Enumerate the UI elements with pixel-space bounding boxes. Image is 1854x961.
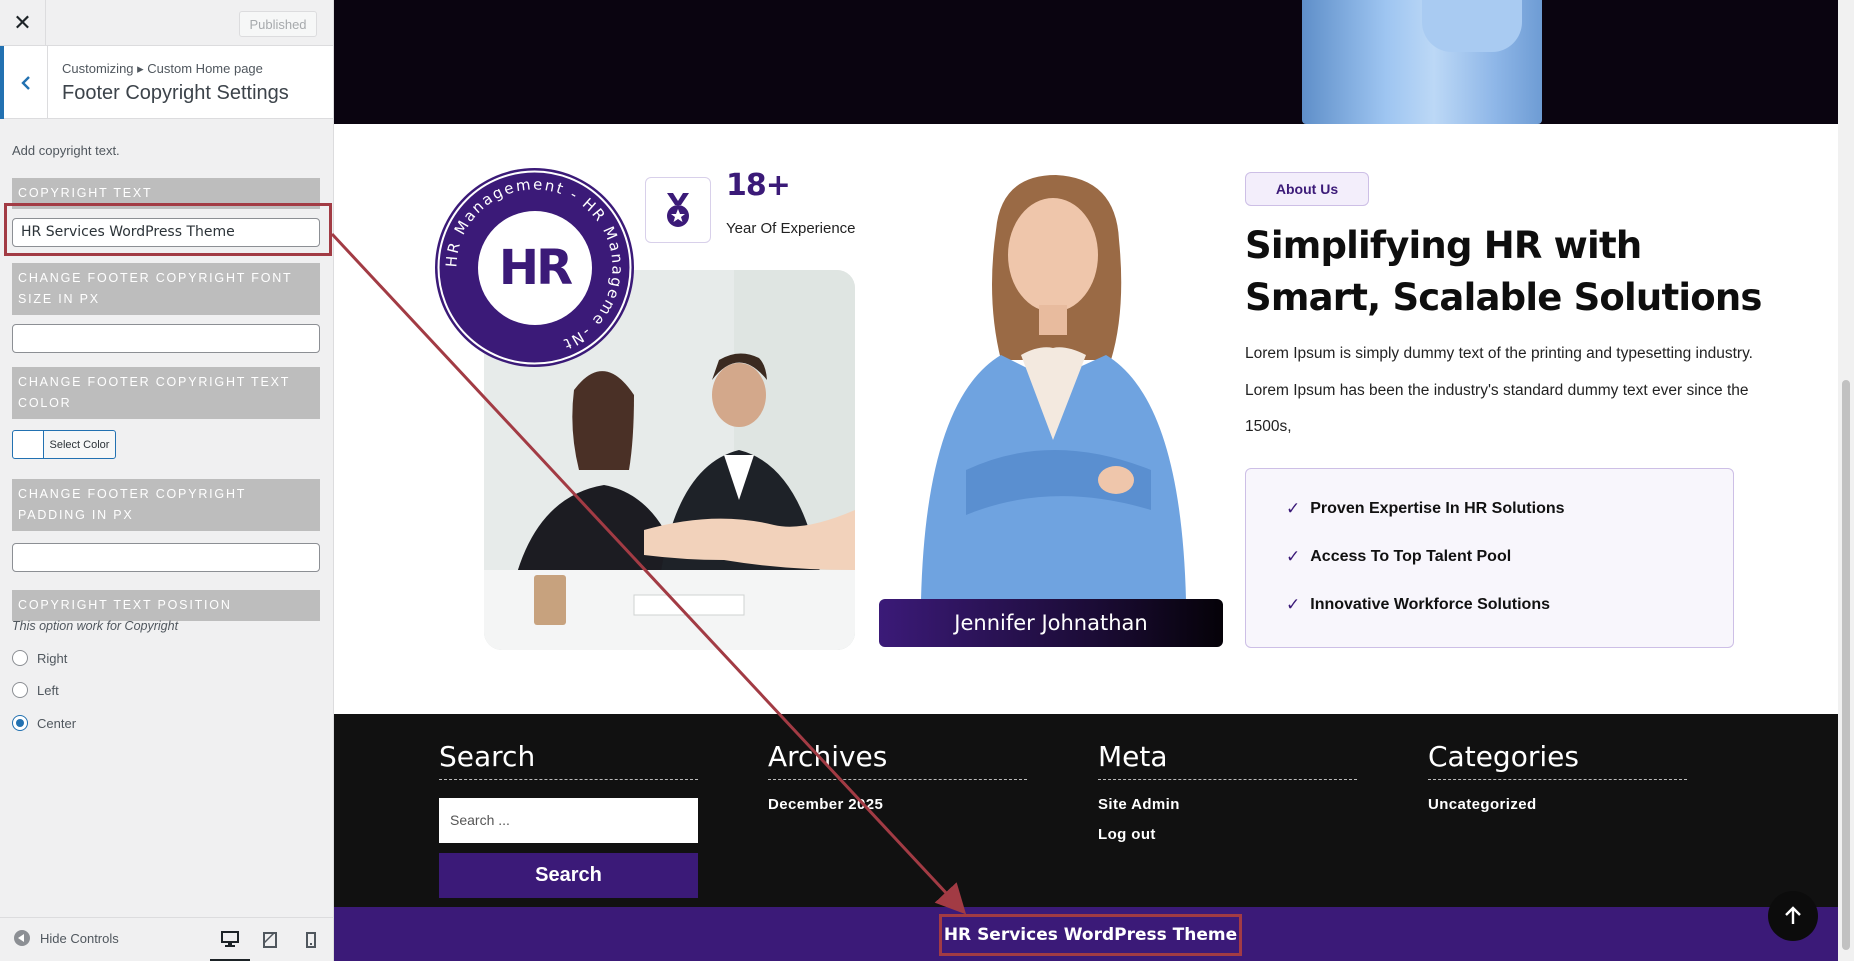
meta-widget: Meta Site Admin Log out (1098, 740, 1357, 843)
color-swatch (13, 431, 44, 458)
radio-label: Left (37, 682, 59, 698)
checkmark-icon: ✓ (1286, 547, 1301, 566)
section-title: Footer Copyright Settings (62, 82, 289, 104)
categories-widget-title: Categories (1428, 740, 1687, 780)
about-us-badge: About Us (1245, 172, 1369, 206)
meta-widget-title: Meta (1098, 740, 1357, 780)
feature-item: ✓ Innovative Workforce Solutions (1286, 595, 1550, 615)
radio-button[interactable] (12, 682, 28, 698)
category-link[interactable]: Uncategorized (1428, 796, 1687, 813)
section-description: Add copyright text. (12, 143, 120, 158)
radio-button-selected[interactable] (12, 715, 28, 731)
radio-left[interactable]: Left (12, 682, 59, 698)
search-widget-title: Search (439, 740, 698, 780)
person-name-plate: Jennifer Johnathan (879, 599, 1223, 647)
close-icon: ✕ (13, 10, 32, 35)
radio-center[interactable]: Center (12, 715, 76, 731)
hr-management-seal: HR Management - HR Manageme -Nt HR (435, 168, 634, 367)
feature-label: Access To Top Talent Pool (1310, 548, 1512, 565)
feature-label: Proven Expertise In HR Solutions (1310, 500, 1565, 517)
position-label: Copyright Text Position (12, 590, 320, 621)
search-widget: Search (439, 740, 698, 780)
mobile-icon (306, 932, 316, 948)
chevron-left-icon (20, 75, 30, 90)
customizer-sidebar: ✕ Published Customizing ▸ Custom Home pa… (0, 0, 334, 961)
hide-controls-button[interactable]: Hide Controls (14, 930, 119, 946)
customizer-footer: Hide Controls (0, 917, 333, 961)
position-note: This option work for Copyright (12, 619, 179, 633)
arrow-up-icon (1785, 906, 1801, 924)
feature-item: ✓ Proven Expertise In HR Solutions (1286, 499, 1565, 519)
svg-text:HR Management - HR Manageme -N: HR Management - HR Manageme -Nt (442, 175, 626, 354)
jennifer-portrait-image (881, 170, 1211, 600)
footer-search-button[interactable]: Search (439, 853, 698, 898)
medal-icon (667, 193, 689, 227)
padding-input[interactable] (12, 543, 320, 572)
footer-search-input[interactable]: Search ... (439, 798, 698, 843)
text-color-label: Change Footer Copyright Text Color (12, 367, 320, 419)
archive-link[interactable]: December 2025 (768, 796, 1027, 813)
about-paragraph: Lorem Ipsum is simply dummy text of the … (1245, 345, 1753, 435)
scroll-to-top-button[interactable] (1768, 891, 1818, 941)
seal-ring-label: HR Management - HR Manageme -Nt (442, 175, 624, 354)
hero-person-lapel (1422, 0, 1522, 52)
close-customizer-button[interactable]: ✕ (0, 0, 46, 46)
tablet-icon (263, 932, 277, 948)
checkmark-icon: ✓ (1286, 499, 1301, 518)
about-heading: Simplifying HR with Smart, Scalable Solu… (1245, 224, 1762, 319)
preview-tablet-button[interactable] (250, 918, 290, 961)
log-out-link[interactable]: Log out (1098, 826, 1357, 843)
feature-item: ✓ Access To Top Talent Pool (1286, 547, 1511, 567)
radio-right[interactable]: Right (12, 650, 67, 666)
radio-label: Right (37, 650, 68, 666)
archives-widget-title: Archives (768, 740, 1027, 780)
copyright-input-highlight (4, 203, 332, 256)
experience-label: Year Of Experience (726, 220, 856, 237)
select-color-label: Select Color (49, 438, 110, 451)
experience-badge (645, 177, 711, 243)
font-size-label: Change Footer Copyright Font Size in PX (12, 263, 320, 315)
categories-widget: Categories Uncategorized (1428, 740, 1687, 813)
collapse-icon (14, 930, 30, 946)
select-color-button[interactable]: Select Color (12, 430, 116, 459)
customizer-header-bar: ✕ Published (0, 0, 333, 46)
desktop-icon (221, 930, 239, 947)
publish-button[interactable]: Published (239, 11, 317, 37)
site-admin-link[interactable]: Site Admin (1098, 796, 1357, 813)
copyright-highlight (939, 914, 1242, 956)
checkmark-icon: ✓ (1286, 595, 1301, 614)
font-size-input[interactable] (12, 324, 320, 353)
page-scrollbar[interactable] (1838, 0, 1854, 961)
features-list: ✓ Proven Expertise In HR Solutions ✓ Acces… (1245, 468, 1734, 648)
preview-desktop-button[interactable] (210, 918, 250, 961)
archives-widget: Archives December 2025 (768, 740, 1027, 813)
experience-number: 18+ (726, 168, 791, 203)
back-button[interactable] (0, 46, 48, 119)
scrollbar-thumb[interactable] (1842, 380, 1850, 950)
breadcrumb: Customizing ▸ Custom Home page (62, 61, 263, 76)
preview-mobile-button[interactable] (291, 918, 331, 961)
portrait-illustration (921, 175, 1186, 600)
section-header: Customizing ▸ Custom Home page Footer Co… (0, 46, 333, 119)
radio-button[interactable] (12, 650, 28, 666)
radio-label: Center (37, 715, 77, 731)
hide-controls-label: Hide Controls (40, 930, 119, 946)
site-preview: HR Management - HR Manageme -Nt HR 18+ Y… (334, 0, 1838, 961)
hero-banner (334, 0, 1838, 124)
feature-label: Innovative Workforce Solutions (1310, 596, 1550, 613)
padding-label: Change Footer Copyright Padding in PX (12, 479, 320, 531)
seal-ring-text: HR Management - HR Manageme -Nt (437, 170, 632, 365)
